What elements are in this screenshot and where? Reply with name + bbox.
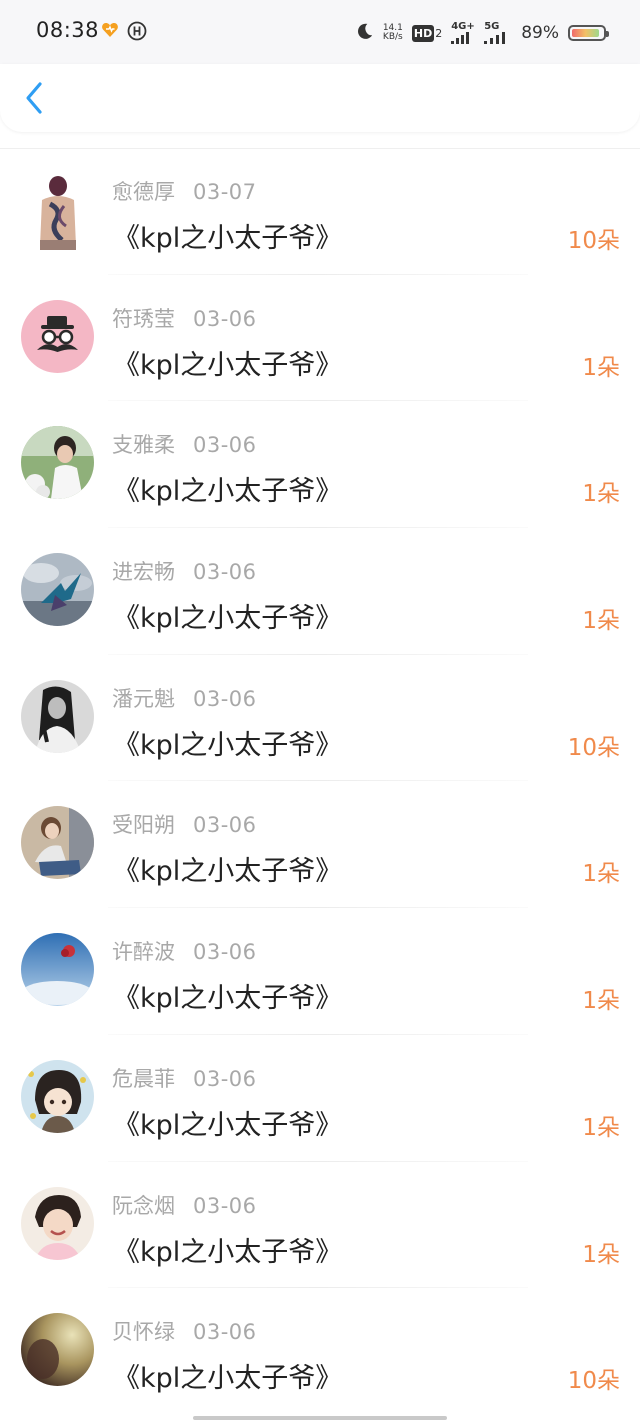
gift-amount: 1朵	[582, 608, 620, 635]
list-item[interactable]: 许醉波 03-06 《kpl之小太子爷》 1朵	[0, 908, 640, 1035]
list-item[interactable]: 愈德厚 03-07 《kpl之小太子爷》 10朵	[0, 148, 640, 275]
item-meta: 潘元魁 03-06	[112, 683, 257, 713]
heart-app-icon	[101, 21, 119, 39]
gift-amount: 1朵	[582, 1114, 620, 1141]
network-speed-unit: KB/s	[382, 32, 403, 42]
mustache-glasses-avatar	[21, 299, 94, 373]
net-5g-label: 5G	[484, 21, 500, 32]
blurry-photo-avatar	[21, 1313, 94, 1387]
list-item[interactable]: 危晨菲 03-06 《kpl之小太子爷》 1朵	[0, 1035, 640, 1162]
sender-name: 许醉波	[112, 940, 175, 965]
battery-percent: 89%	[521, 23, 559, 43]
status-time: 08:38	[36, 18, 100, 42]
nav-bar	[0, 64, 640, 132]
gift-amount: 10朵	[567, 1368, 620, 1395]
status-bar: 08:38 14.1 KB/s HD 2 4G+ 5G 89%	[0, 0, 640, 64]
book-title: 《kpl之小太子爷》	[113, 223, 343, 254]
item-meta: 危晨菲 03-06	[112, 1063, 257, 1093]
sender-name: 进宏畅	[112, 560, 175, 585]
gift-amount: 1朵	[582, 1241, 620, 1268]
item-date: 03-06	[193, 306, 257, 331]
net-4g-label: 4G+	[451, 21, 475, 32]
gift-amount: 10朵	[567, 228, 620, 254]
gift-amount: 1朵	[582, 354, 620, 381]
hd-label: HD	[411, 24, 435, 42]
list-item[interactable]: 阮念烟 03-06 《kpl之小太子爷》 1朵	[0, 1162, 640, 1289]
hd-icon: HD 2	[411, 24, 443, 42]
hd-sub: 2	[435, 26, 443, 40]
battery-icon	[568, 25, 609, 41]
list-item[interactable]: 符琇莹 03-06 《kpl之小太子爷》 1朵	[0, 275, 640, 402]
smiling-girl-avatar	[21, 1186, 94, 1260]
anime-boy-avatar	[21, 1059, 94, 1133]
item-meta: 支雅柔 03-06	[112, 429, 257, 459]
home-indicator[interactable]	[193, 1416, 447, 1420]
gift-list: 愈德厚 03-07 《kpl之小太子爷》 10朵 符琇莹 03-06 《kpl之小太…	[0, 148, 640, 1415]
item-date: 03-06	[193, 1066, 257, 1091]
sender-name: 危晨菲	[112, 1066, 175, 1091]
list-item[interactable]: 进宏畅 03-06 《kpl之小太子爷》 1朵	[0, 528, 640, 655]
battery-fill	[572, 29, 599, 37]
back-button[interactable]	[18, 78, 54, 118]
network-speed: 14.1 KB/s	[383, 24, 403, 42]
boy-photo-avatar	[21, 426, 94, 500]
list-item[interactable]: 受阳朔 03-06 《kpl之小太子爷》 1朵	[0, 781, 640, 909]
chevron-left-icon	[26, 82, 42, 114]
item-meta: 受阳朔 03-06	[112, 809, 257, 839]
item-meta: 许醉波 03-06	[112, 936, 257, 966]
gift-amount: 1朵	[582, 988, 620, 1015]
item-date: 03-06	[193, 813, 257, 838]
item-date: 03-06	[193, 560, 257, 585]
item-date: 03-07	[193, 180, 257, 204]
item-meta: 贝怀绿 03-06	[112, 1316, 257, 1346]
book-title: 《kpl之小太子爷》	[113, 1236, 343, 1268]
item-date: 03-06	[193, 1320, 257, 1345]
book-title: 《kpl之小太子爷》	[113, 1363, 343, 1395]
moon-icon	[355, 22, 374, 45]
tattoo-back-avatar	[28, 174, 88, 250]
sender-name: 支雅柔	[112, 433, 175, 458]
sky-flower-avatar	[21, 933, 94, 1007]
book-title: 《kpl之小太子爷》	[113, 983, 343, 1015]
book-title: 《kpl之小太子爷》	[113, 729, 343, 761]
sender-name: 愈德厚	[112, 180, 175, 204]
sender-name: 受阳朔	[112, 813, 175, 838]
book-title: 《kpl之小太子爷》	[113, 1109, 343, 1141]
sender-name: 潘元魁	[112, 686, 175, 711]
book-title: 《kpl之小太子爷》	[113, 476, 343, 508]
book-title: 《kpl之小太子爷》	[113, 349, 343, 381]
item-date: 03-06	[193, 686, 257, 711]
item-date: 03-06	[193, 940, 257, 965]
gift-amount: 1朵	[582, 481, 620, 508]
app-icon	[127, 21, 147, 41]
item-meta: 阮念烟 03-06	[112, 1190, 257, 1220]
item-meta: 进宏畅 03-06	[112, 556, 257, 586]
item-date: 03-06	[193, 1193, 257, 1218]
sender-name: 阮念烟	[112, 1193, 175, 1218]
book-title: 《kpl之小太子爷》	[113, 856, 343, 888]
gift-amount: 10朵	[567, 734, 620, 761]
sender-name: 符琇莹	[112, 306, 175, 331]
sky-bird-avatar	[21, 553, 94, 627]
status-indicators: 14.1 KB/s HD 2 4G+ 5G 89%	[355, 20, 609, 46]
list-item[interactable]: 潘元魁 03-06 《kpl之小太子爷》 10朵	[0, 655, 640, 782]
signal-4g-icon: 4G+	[451, 22, 475, 44]
girl-sitting-avatar	[21, 806, 94, 880]
item-meta: 愈德厚 03-07	[112, 176, 257, 206]
signal-5g-icon: 5G	[484, 22, 512, 44]
item-meta: 符琇莹 03-06	[112, 303, 257, 333]
item-date: 03-06	[193, 433, 257, 458]
list-item[interactable]: 贝怀绿 03-06 《kpl之小太子爷》 10朵	[0, 1288, 640, 1415]
list-item[interactable]: 支雅柔 03-06 《kpl之小太子爷》 1朵	[0, 401, 640, 529]
book-title: 《kpl之小太子爷》	[113, 603, 343, 635]
sender-name: 贝怀绿	[112, 1320, 175, 1345]
gift-amount: 1朵	[582, 861, 620, 888]
girl-bw-avatar	[21, 679, 94, 753]
